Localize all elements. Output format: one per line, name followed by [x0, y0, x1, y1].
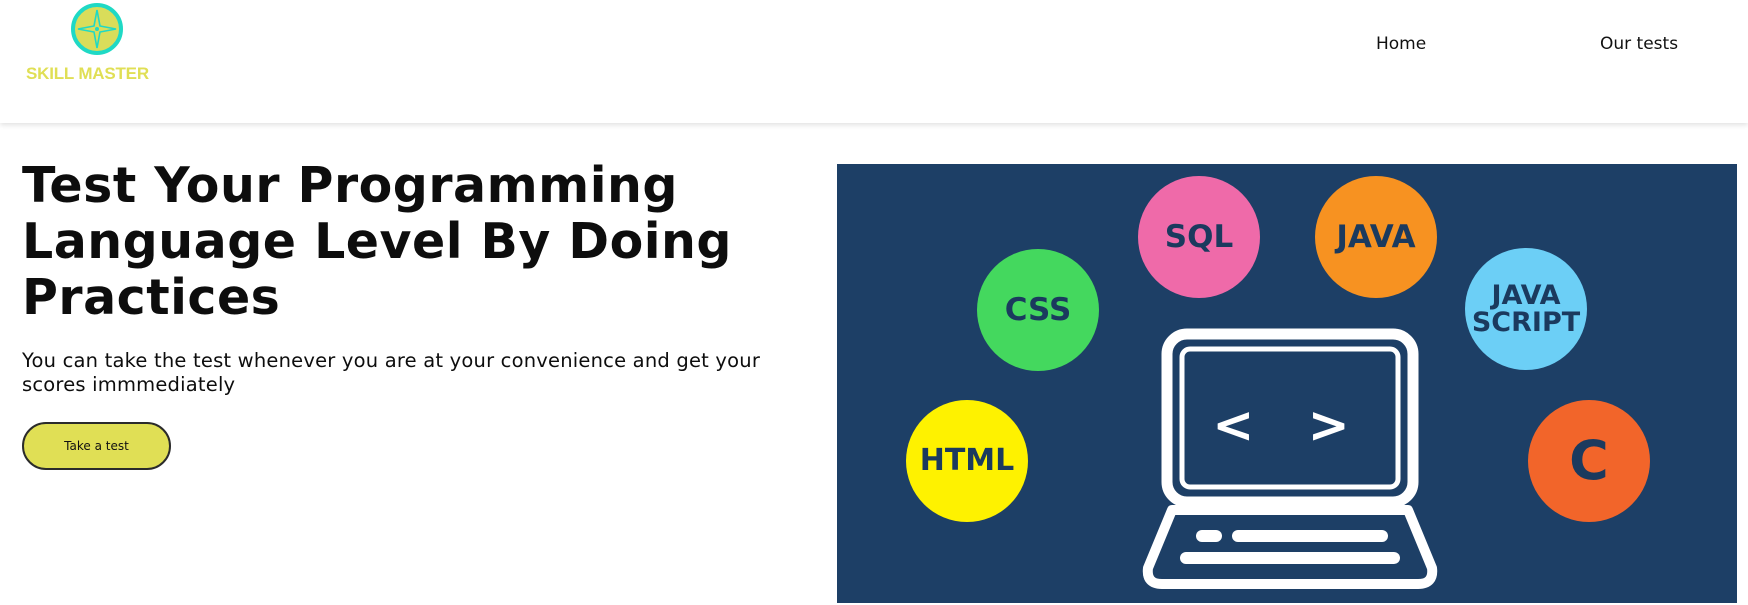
- brand-name: SKILL MASTER: [26, 64, 149, 83]
- javascript-bubble: JAVA SCRIPT: [1465, 248, 1587, 370]
- hero-title: Test Your Programming Language Level By …: [22, 157, 732, 326]
- site-logo[interactable]: SKILL MASTER: [26, 2, 176, 88]
- nav-our-tests-link[interactable]: Our tests: [1600, 34, 1678, 54]
- c-bubble: C: [1528, 400, 1650, 522]
- take-test-button[interactable]: Take a test: [22, 422, 171, 470]
- top-navbar: SKILL MASTER Home Our tests: [0, 0, 1748, 123]
- keyboard-key-long: [1232, 530, 1388, 542]
- hero-subtitle: You can take the test whenever you are a…: [22, 349, 761, 396]
- laptop-code-icon: < >: [1142, 328, 1438, 589]
- java-bubble: JAVA: [1315, 176, 1437, 298]
- sql-bubble: SQL: [1138, 176, 1260, 298]
- code-brackets-symbol: < >: [1212, 396, 1367, 454]
- laptop-base: [1142, 505, 1438, 589]
- logo-center-dot: [95, 27, 99, 31]
- compass-star-icon: [71, 3, 123, 55]
- programming-languages-illustration: SQL JAVA CSS JAVA SCRIPT HTML C < >: [837, 164, 1737, 603]
- html-bubble: HTML: [906, 400, 1028, 522]
- css-bubble: CSS: [977, 249, 1099, 371]
- nav-home-link[interactable]: Home: [1376, 34, 1426, 54]
- keyboard-key-short: [1196, 530, 1222, 542]
- keyboard-spacebar: [1180, 552, 1400, 564]
